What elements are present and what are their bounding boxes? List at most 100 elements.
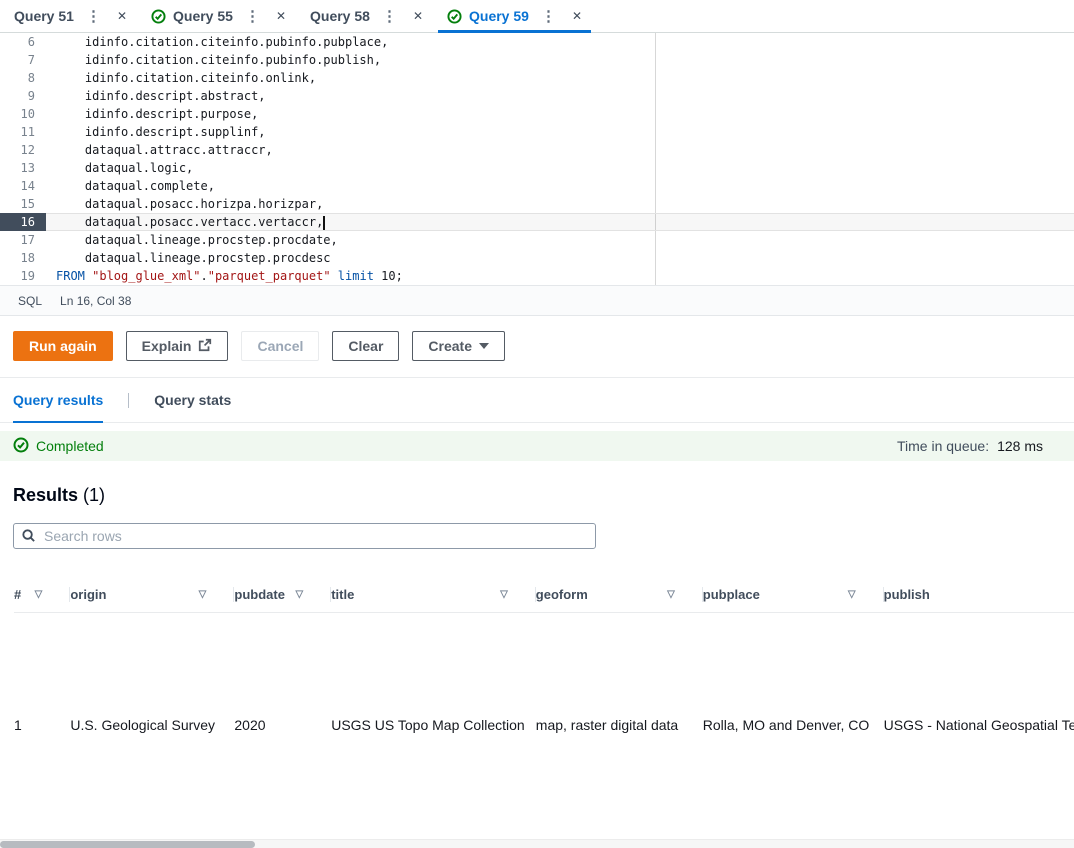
code-line[interactable]: 10 idinfo.descript.purpose, [0, 105, 1074, 123]
results-table-inner: # ▽ origin ▽ pubdate ▽ title ▽ geoform ▽ pubplace ▽… [0, 576, 1074, 837]
code-token: FROM [56, 269, 93, 283]
column-header-pubplace[interactable]: pubplace ▽ [703, 587, 884, 602]
code-line[interactable]: 16 dataqual.posacc.vertacc.vertaccr, [0, 213, 1074, 231]
line-number: 10 [20, 107, 35, 121]
external-link-icon [198, 338, 212, 355]
column-header-label: # [14, 587, 22, 602]
tab-close-icon[interactable]: ✕ [113, 9, 131, 23]
line-number: 15 [20, 197, 35, 211]
sort-filter-icon[interactable]: ▽ [35, 589, 43, 600]
code-text: idinfo.descript.supplinf, [46, 123, 266, 141]
code-line[interactable]: 19 FROM "blog_glue_xml"."parquet_parquet"… [0, 267, 1074, 285]
results-title: Results [13, 485, 79, 505]
code-lines: 6 idinfo.citation.citeinfo.pubinfo.pubpl… [0, 33, 1074, 285]
query-tab[interactable]: Query 59 ⋮ ✕ [435, 0, 594, 33]
code-line[interactable]: 6 idinfo.citation.citeinfo.pubinfo.pubpl… [0, 33, 1074, 51]
tab-menu-icon[interactable]: ⋮ [81, 7, 106, 25]
code-line[interactable]: 18 dataqual.lineage.procstep.procdesc [0, 249, 1074, 267]
action-bar: Run again Explain Cancel Clear Create [0, 316, 1074, 377]
column-header-label: pubdate [234, 587, 285, 602]
column-header-origin[interactable]: origin ▽ [70, 587, 234, 602]
code-token: idinfo.citation.citeinfo.pubinfo.pubplac… [56, 35, 389, 49]
line-number: 17 [20, 233, 35, 247]
code-token: idinfo.descript.supplinf, [56, 125, 266, 139]
athena-query-editor: Query 51 ⋮ ✕ Query 55 ⋮ ✕ Query 58 ⋮ ✕ Query 59 ⋮ ✕… [0, 0, 1074, 848]
query-tab-bar: Query 51 ⋮ ✕ Query 55 ⋮ ✕ Query 58 ⋮ ✕ Query 59 ⋮ ✕ [0, 0, 1074, 33]
line-number: 6 [27, 35, 35, 49]
horizontal-scrollbar-thumb[interactable] [0, 841, 255, 848]
code-text: idinfo.citation.citeinfo.onlink, [46, 69, 316, 87]
line-number: 19 [20, 269, 35, 283]
tab-close-icon[interactable]: ✕ [568, 9, 586, 23]
column-header-pubdate[interactable]: pubdate ▽ [234, 587, 331, 602]
tab-query-stats[interactable]: Query stats [141, 378, 244, 422]
query-status-banner: Completed Time in queue: 128 ms Run [0, 431, 1074, 461]
code-token: idinfo.citation.citeinfo.pubinfo.publish… [56, 53, 382, 67]
tab-menu-icon[interactable]: ⋮ [240, 7, 265, 25]
code-token: dataqual.logic, [56, 161, 194, 175]
code-token: 10 [381, 269, 396, 283]
column-header-num[interactable]: # ▽ [14, 587, 70, 602]
clear-button[interactable]: Clear [332, 331, 400, 361]
query-tab-label: Query 59 [469, 8, 529, 24]
query-tab[interactable]: Query 58 ⋮ ✕ [298, 0, 435, 32]
query-tab[interactable]: Query 51 ⋮ ✕ [2, 0, 139, 32]
code-line[interactable]: 13 dataqual.logic, [0, 159, 1074, 177]
column-header-label: origin [70, 587, 107, 602]
sort-filter-icon[interactable]: ▽ [296, 589, 304, 600]
code-line[interactable]: 12 dataqual.attracc.attraccr, [0, 141, 1074, 159]
code-text: dataqual.logic, [46, 159, 193, 177]
cursor-position-label: Ln 16, Col 38 [60, 293, 132, 308]
table-cell: map, raster digital data [535, 717, 679, 733]
code-text: dataqual.attracc.attraccr, [46, 141, 273, 159]
queue-time-label: Time in queue: [897, 438, 990, 454]
code-line[interactable]: 8 idinfo.citation.citeinfo.onlink, [0, 69, 1074, 87]
sort-filter-icon[interactable]: ▽ [848, 589, 856, 600]
code-text: dataqual.lineage.procstep.procdate, [46, 231, 338, 249]
query-tab-label: Query 51 [14, 8, 74, 24]
column-header-label: geoform [535, 587, 588, 602]
table-header-row: # ▽ origin ▽ pubdate ▽ title ▽ geoform ▽ pubplace ▽… [14, 576, 1074, 613]
code-token: ; [395, 269, 403, 283]
code-text: dataqual.lineage.procstep.procdesc [46, 249, 331, 267]
code-line[interactable]: 14 dataqual.complete, [0, 177, 1074, 195]
tab-query-results-label: Query results [13, 392, 104, 408]
code-token: idinfo.citation.citeinfo.onlink, [56, 71, 317, 85]
table-row[interactable]: 1 U.S. Geological Survey 2020 USGS US Topo … [14, 613, 1074, 837]
results-heading: Results (1) [13, 485, 1061, 506]
text-cursor [323, 215, 325, 230]
code-line[interactable]: 7 idinfo.citation.citeinfo.pubinfo.publi… [0, 51, 1074, 69]
sort-filter-icon[interactable]: ▽ [199, 589, 207, 600]
code-token: idinfo.descript.purpose, [56, 107, 259, 121]
code-token: limit [337, 269, 382, 283]
horizontal-scrollbar[interactable] [0, 839, 1074, 848]
code-line[interactable]: 15 dataqual.posacc.horizpa.horizpar, [0, 195, 1074, 213]
tab-menu-icon[interactable]: ⋮ [536, 7, 561, 25]
query-tab[interactable]: Query 55 ⋮ ✕ [139, 0, 298, 32]
sort-filter-icon[interactable]: ▽ [500, 589, 508, 600]
cancel-button: Cancel [241, 331, 320, 361]
search-rows-input[interactable] [13, 523, 596, 549]
tab-close-icon[interactable]: ✕ [272, 9, 290, 23]
query-tab-label: Query 58 [310, 8, 370, 24]
tab-close-icon[interactable]: ✕ [409, 9, 427, 23]
line-number: 14 [20, 179, 35, 193]
code-token: idinfo.descript.abstract, [56, 89, 266, 103]
create-button[interactable]: Create [412, 331, 506, 361]
tab-menu-icon[interactable]: ⋮ [377, 7, 402, 25]
sql-editor[interactable]: 6 idinfo.citation.citeinfo.pubinfo.pubpl… [0, 33, 1074, 285]
line-number: 7 [27, 53, 35, 67]
run-again-button[interactable]: Run again [13, 331, 113, 361]
column-header-publish[interactable]: publish▽ [884, 587, 1074, 602]
column-header-title[interactable]: title ▽ [331, 587, 536, 602]
code-line[interactable]: 9 idinfo.descript.abstract, [0, 87, 1074, 105]
sort-filter-icon[interactable]: ▽ [667, 589, 675, 600]
code-line[interactable]: 17 dataqual.lineage.procstep.procdate, [0, 231, 1074, 249]
tab-query-results[interactable]: Query results [0, 378, 116, 423]
code-token: . [200, 269, 208, 283]
code-line[interactable]: 11 idinfo.descript.supplinf, [0, 123, 1074, 141]
query-metrics: Time in queue: 128 ms Run [897, 431, 1074, 461]
explain-button[interactable]: Explain [125, 331, 229, 361]
column-header-geoform[interactable]: geoform ▽ [536, 587, 703, 602]
code-token: dataqual.posacc.vertacc.vertaccr, [56, 215, 324, 229]
